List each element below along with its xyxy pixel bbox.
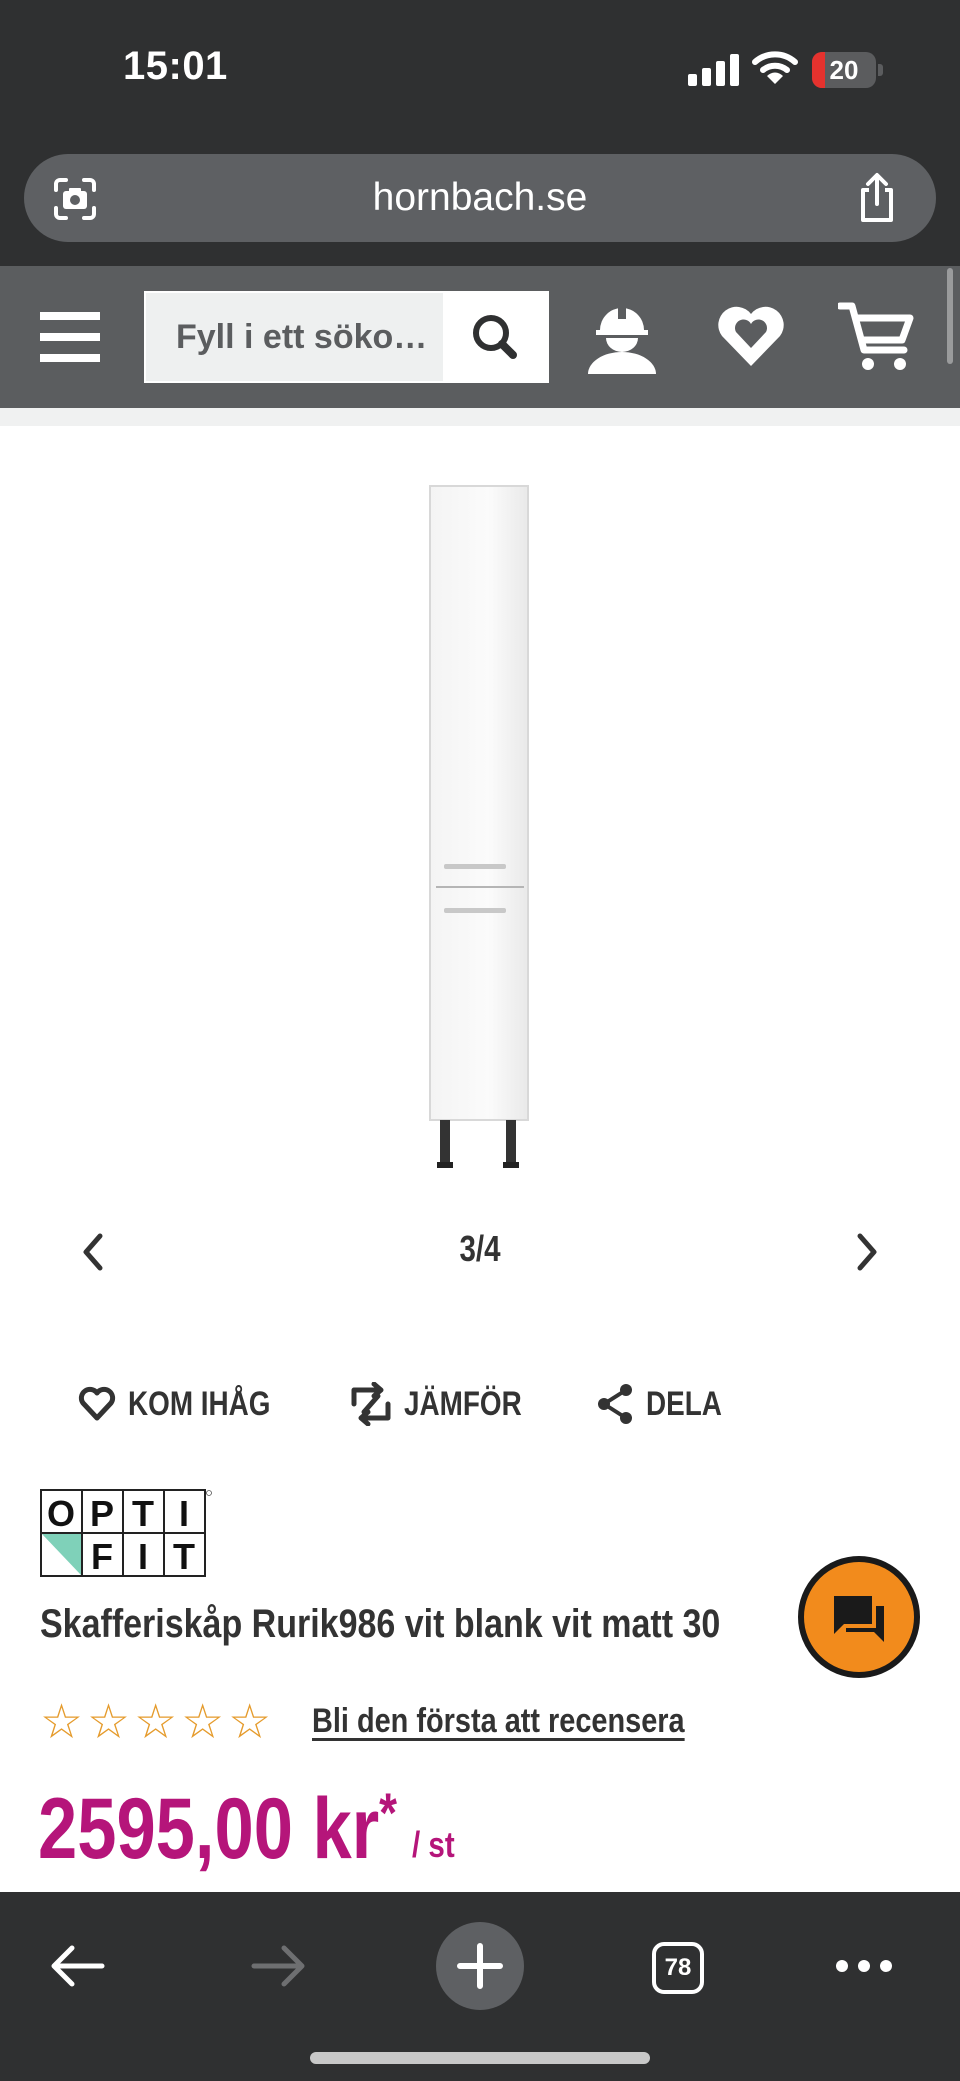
forward-arrow-icon[interactable] xyxy=(250,1944,308,1988)
svg-text:P: P xyxy=(90,1493,114,1534)
image-counter: 3/4 xyxy=(459,1228,501,1269)
write-review-link[interactable]: Bli den första att recensera xyxy=(312,1702,685,1741)
compare-button[interactable]: JÄMFÖR xyxy=(350,1380,548,1428)
chat-bubbles-icon xyxy=(834,1596,884,1642)
cellular-signal-icon xyxy=(688,52,740,86)
star-icon: ☆ xyxy=(40,1696,84,1749)
chat-button[interactable] xyxy=(798,1556,920,1678)
share-button[interactable]: DELA xyxy=(596,1380,739,1428)
star-icon: ☆ xyxy=(181,1696,225,1749)
tabs-button[interactable]: 78 xyxy=(652,1942,704,1994)
url-text[interactable]: hornbach.se xyxy=(24,154,936,242)
optifit-brand-logo[interactable]: O P T I F I T xyxy=(40,1488,212,1578)
price-value: 2595,00 kr xyxy=(38,1781,380,1877)
scroll-indicator xyxy=(947,268,953,364)
battery-tip xyxy=(878,64,883,76)
search-input[interactable] xyxy=(146,293,446,381)
compare-arrows-icon xyxy=(351,1382,391,1426)
plus-icon xyxy=(457,1943,503,1989)
svg-text:O: O xyxy=(47,1493,75,1534)
header-divider xyxy=(0,408,960,426)
wifi-icon xyxy=(752,51,798,84)
chevron-right-icon[interactable] xyxy=(852,1232,882,1272)
battery-percentage: 20 xyxy=(829,55,859,85)
address-bar[interactable]: hornbach.se xyxy=(24,154,936,242)
browser-top-chrome: 15:01 20 hornbach.se xyxy=(0,0,960,266)
more-options-icon[interactable] xyxy=(834,1958,894,1974)
back-arrow-icon[interactable] xyxy=(48,1944,106,1988)
star-icon: ☆ xyxy=(87,1696,131,1749)
product-image[interactable] xyxy=(420,484,536,1174)
share-nodes-icon xyxy=(598,1384,632,1424)
rating-stars: ☆ ☆ ☆ ☆ ☆ xyxy=(40,1696,271,1750)
compare-label: JÄMFÖR xyxy=(404,1384,522,1423)
search-button[interactable] xyxy=(443,293,547,381)
price-unit: / st xyxy=(412,1824,455,1865)
star-icon: ☆ xyxy=(134,1696,178,1749)
share-label: DELA xyxy=(646,1384,722,1423)
account-worker-icon[interactable] xyxy=(586,300,658,376)
home-indicator xyxy=(310,2052,650,2064)
star-icon: ☆ xyxy=(228,1696,272,1749)
new-tab-button[interactable] xyxy=(436,1922,524,2010)
menu-icon[interactable] xyxy=(40,312,100,362)
battery-icon: 20 xyxy=(812,52,876,88)
cart-icon[interactable] xyxy=(838,300,914,374)
svg-text:I: I xyxy=(179,1493,189,1534)
search-icon xyxy=(473,315,517,359)
search-box xyxy=(144,291,549,383)
svg-text:T: T xyxy=(132,1493,154,1534)
remember-label: KOM IHÅG xyxy=(128,1384,271,1423)
svg-text:T: T xyxy=(173,1536,195,1577)
site-header xyxy=(0,266,960,408)
share-icon[interactable] xyxy=(854,172,900,224)
remember-button[interactable]: KOM IHÅG xyxy=(78,1380,302,1428)
status-time: 15:01 xyxy=(123,44,228,88)
svg-text:F: F xyxy=(91,1536,113,1577)
wishlist-heart-icon[interactable] xyxy=(716,304,786,370)
svg-text:I: I xyxy=(138,1536,148,1577)
price-asterisk: * xyxy=(379,1781,398,1844)
product-price: 2595,00 kr* xyxy=(38,1780,397,1879)
product-title: Skafferiskåp Rurik986 vit blank vit matt… xyxy=(40,1602,721,1646)
heart-outline-icon xyxy=(78,1386,116,1421)
chevron-left-icon[interactable] xyxy=(78,1232,108,1272)
